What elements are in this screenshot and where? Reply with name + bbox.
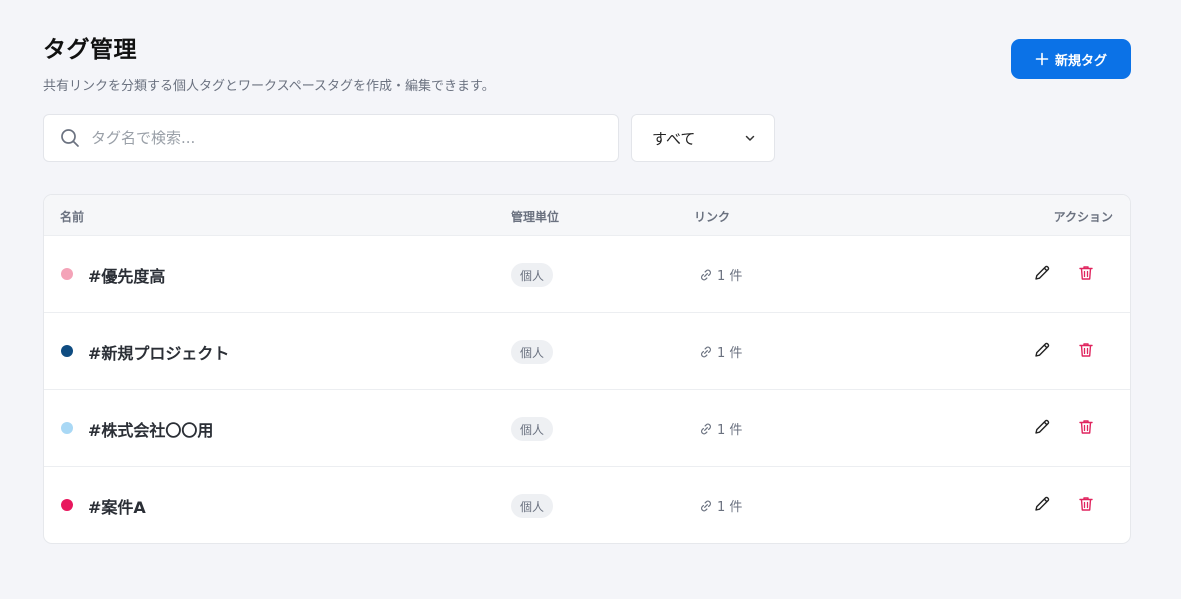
link-count-text: 1 件 (717, 269, 743, 284)
link-icon (699, 422, 713, 436)
unit-badge: 個人 (511, 340, 554, 364)
tag-name: #案件A (88, 498, 146, 517)
column-header-actions: アクション (1053, 210, 1113, 224)
table-body: #優先度高 個人 1 件 #新規プロジェクト 個人 1 件 #株式会社〇〇用 個… (44, 236, 1130, 543)
search-box[interactable] (43, 114, 619, 162)
new-tag-button-label: 新規タグ (1054, 53, 1107, 69)
link-count: 1 件 (699, 419, 742, 438)
table-row: #案件A 個人 1 件 (44, 467, 1130, 543)
column-header-links: リンク (694, 210, 731, 224)
trash-icon (1077, 418, 1097, 436)
page-subtitle: 共有リンクを分類する個人タグとワークスペースタグを作成・編集できます。 (43, 79, 495, 94)
tag-name: #新規プロジェクト (88, 344, 230, 363)
tag-table: 名前 管理単位 リンク アクション #優先度高 個人 1 件 #新規プロジェクト (43, 194, 1131, 544)
new-tag-button[interactable]: 新規タグ (1011, 39, 1131, 79)
link-count: 1 件 (699, 265, 742, 284)
pencil-icon (1033, 418, 1053, 436)
filter-selected-value: すべて (652, 129, 696, 148)
link-count-text: 1 件 (717, 423, 743, 438)
tag-color-dot (61, 268, 73, 280)
table-row: #優先度高 個人 1 件 (44, 236, 1130, 313)
search-input[interactable] (91, 129, 591, 147)
chevron-down-icon (744, 132, 756, 144)
table-row: #新規プロジェクト 個人 1 件 (44, 313, 1130, 390)
link-count: 1 件 (699, 496, 742, 515)
plus-icon (1035, 52, 1049, 66)
delete-button[interactable] (1077, 418, 1097, 438)
link-icon (699, 345, 713, 359)
trash-icon (1077, 495, 1097, 513)
pencil-icon (1033, 341, 1053, 359)
unit-badge: 個人 (511, 417, 554, 441)
edit-button[interactable] (1033, 495, 1053, 515)
unit-badge: 個人 (511, 263, 554, 287)
tag-color-dot (61, 499, 73, 511)
tag-name: #優先度高 (88, 267, 166, 286)
table-header: 名前 管理単位 リンク アクション (44, 195, 1130, 236)
scope-filter-select[interactable]: すべて (631, 114, 775, 162)
delete-button[interactable] (1077, 264, 1097, 284)
page-title: タグ管理 (43, 37, 137, 63)
delete-button[interactable] (1077, 495, 1097, 515)
link-count-text: 1 件 (717, 346, 743, 361)
link-icon (699, 268, 713, 282)
pencil-icon (1033, 264, 1053, 282)
column-header-unit: 管理単位 (511, 210, 560, 224)
trash-icon (1077, 264, 1097, 282)
tag-name: #株式会社〇〇用 (88, 421, 214, 440)
link-icon (699, 499, 713, 513)
delete-button[interactable] (1077, 341, 1097, 361)
unit-badge: 個人 (511, 494, 554, 518)
search-icon (60, 128, 80, 148)
tag-color-dot (61, 345, 73, 357)
tag-color-dot (61, 422, 73, 434)
table-row: #株式会社〇〇用 個人 1 件 (44, 390, 1130, 467)
link-count: 1 件 (699, 342, 742, 361)
link-count-text: 1 件 (717, 500, 743, 515)
pencil-icon (1033, 495, 1053, 513)
edit-button[interactable] (1033, 264, 1053, 284)
edit-button[interactable] (1033, 418, 1053, 438)
trash-icon (1077, 341, 1097, 359)
column-header-name: 名前 (60, 210, 85, 224)
edit-button[interactable] (1033, 341, 1053, 361)
